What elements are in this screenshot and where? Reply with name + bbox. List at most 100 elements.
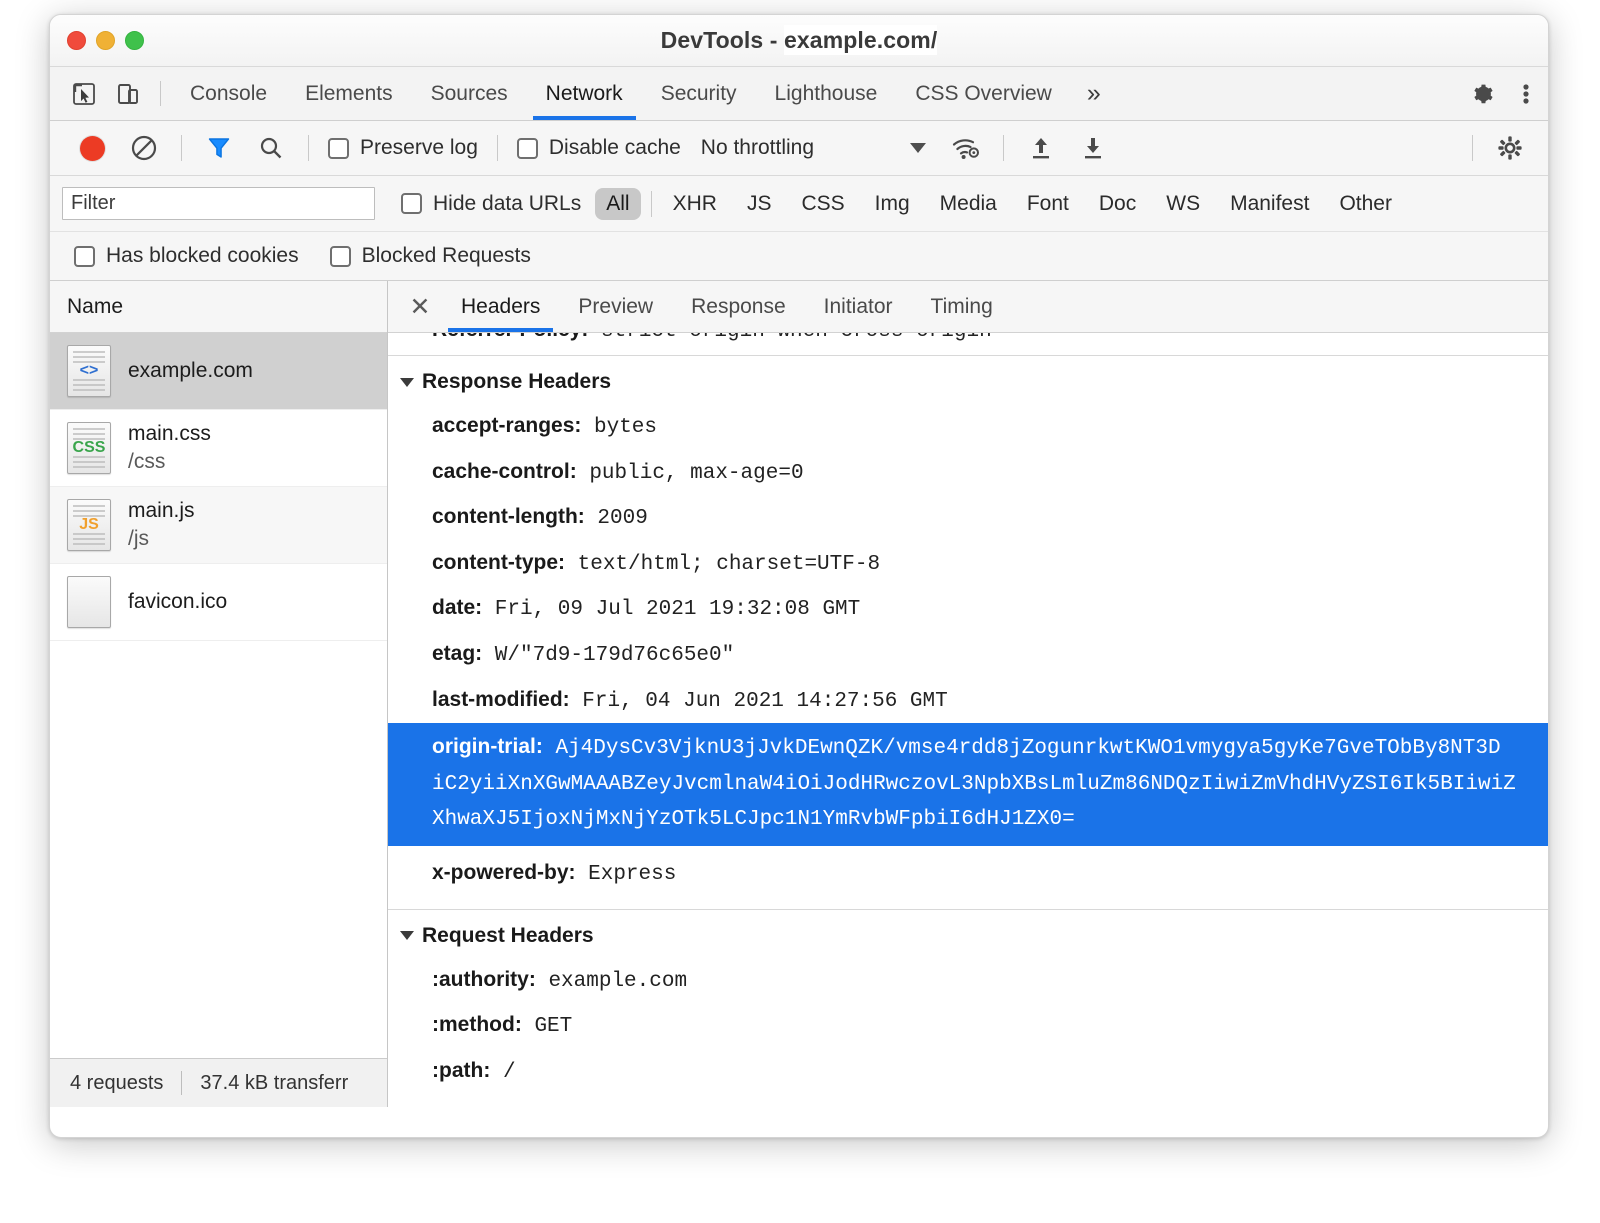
gear-icon[interactable] xyxy=(1460,80,1504,108)
tab-console[interactable]: Console xyxy=(171,67,286,120)
inspect-cursor-icon[interactable] xyxy=(62,67,106,120)
tab-elements-label: Elements xyxy=(305,82,393,106)
tab-timing-label: Timing xyxy=(931,295,993,319)
tab-network-label: Network xyxy=(546,82,623,106)
response-headers-section-title[interactable]: Response Headers xyxy=(388,356,1548,404)
header-value: Fri, 04 Jun 2021 14:27:56 GMT xyxy=(582,690,947,713)
tab-initiator[interactable]: Initiator xyxy=(805,281,912,332)
tab-preview[interactable]: Preview xyxy=(559,281,672,332)
request-headers-section-title[interactable]: Request Headers xyxy=(388,910,1548,958)
type-filter-media[interactable]: Media xyxy=(929,188,1008,220)
close-icon[interactable]: ✕ xyxy=(398,281,442,332)
type-filter-ws[interactable]: WS xyxy=(1155,188,1211,220)
request-list-header[interactable]: Name xyxy=(50,281,387,333)
type-filter-font[interactable]: Font xyxy=(1016,188,1080,220)
download-har-icon[interactable] xyxy=(1067,121,1119,175)
filter-row: Hide data URLs All XHR JS CSS Img Media … xyxy=(50,176,1548,232)
header-key: :method: xyxy=(432,1013,522,1036)
request-row-main-css[interactable]: CSS main.css /css xyxy=(50,410,387,487)
record-button[interactable] xyxy=(66,121,118,175)
tab-sources[interactable]: Sources xyxy=(412,67,527,120)
header-row-origin-trial-selected[interactable]: origin-trial: Aj4DysCv3VjknU3jJvkDEwnQZK… xyxy=(388,723,1548,846)
type-filter-img[interactable]: Img xyxy=(864,188,921,220)
tab-lighthouse[interactable]: Lighthouse xyxy=(756,67,897,120)
header-row-last-modified: last-modified: Fri, 04 Jun 2021 14:27:56… xyxy=(388,678,1548,724)
disable-cache-label: Disable cache xyxy=(549,136,681,160)
tab-security[interactable]: Security xyxy=(642,67,756,120)
throttling-select[interactable]: No throttling xyxy=(701,136,814,160)
tab-headers-label: Headers xyxy=(461,295,540,319)
gear-icon[interactable] xyxy=(1484,134,1536,162)
preserve-log-checkbox[interactable]: Preserve log xyxy=(320,136,486,160)
request-row-text: main.js /js xyxy=(128,497,195,554)
has-blocked-cookies-checkbox[interactable]: Has blocked cookies xyxy=(74,244,299,268)
request-row-example-com[interactable]: <> example.com xyxy=(50,333,387,410)
header-value: Fri, 09 Jul 2021 19:32:08 GMT xyxy=(495,598,860,621)
request-row-main-js[interactable]: JS main.js /js xyxy=(50,487,387,564)
upload-har-icon[interactable] xyxy=(1015,121,1067,175)
response-headers-title-label: Response Headers xyxy=(422,370,611,394)
more-tabs-button[interactable]: » xyxy=(1071,67,1117,120)
tab-elements[interactable]: Elements xyxy=(286,67,412,120)
toolbar-divider xyxy=(308,135,309,161)
header-value-line1: Aj4DysCv3VjknU3jJvkDEwnQZK/vmse4rdd8jZog… xyxy=(555,737,1500,760)
devtools-window: DevTools - example.com/ Console xyxy=(49,14,1549,1138)
devtools-tabbar: Console Elements Sources Network Securit… xyxy=(50,67,1548,121)
hide-data-urls-checkbox[interactable]: Hide data URLs xyxy=(401,192,581,216)
origin-trial-line-1: origin-trial: Aj4DysCv3VjknU3jJvkDEwnQZK… xyxy=(388,729,1548,767)
request-name: example.com xyxy=(128,357,253,385)
triangle-down-icon xyxy=(400,378,414,387)
header-value: / xyxy=(503,1061,516,1084)
clipped-header-row: Referrer Policy: strict-origin-when-cros… xyxy=(388,333,1548,343)
tab-response[interactable]: Response xyxy=(672,281,805,332)
tab-network[interactable]: Network xyxy=(527,67,642,120)
type-filter-other[interactable]: Other xyxy=(1328,188,1403,220)
header-key: :authority: xyxy=(432,968,536,991)
request-count: 4 requests xyxy=(70,1072,163,1095)
origin-trial-line-3: XhwaXJ5IjoxNjMxNjYzOTk5LCJpc1N1YmRvbWFpb… xyxy=(388,802,1548,838)
type-filter-js[interactable]: JS xyxy=(736,188,783,220)
clipped-header-key: Referrer Policy: xyxy=(432,333,588,341)
clear-icon[interactable] xyxy=(118,121,170,175)
disable-cache-checkbox[interactable]: Disable cache xyxy=(509,136,689,160)
network-conditions-icon[interactable] xyxy=(940,121,992,175)
tab-sources-label: Sources xyxy=(431,82,508,106)
tab-headers[interactable]: Headers xyxy=(442,281,559,332)
header-key: content-length: xyxy=(432,505,585,528)
css-file-icon: CSS xyxy=(67,422,111,474)
chevron-down-icon[interactable] xyxy=(910,143,926,153)
header-value: GET xyxy=(534,1015,572,1038)
network-panel-split: Name <> example.com xyxy=(50,281,1548,1107)
toolbar-divider xyxy=(181,135,182,161)
header-key: origin-trial: xyxy=(432,735,543,758)
blocked-requests-checkbox[interactable]: Blocked Requests xyxy=(330,244,531,268)
tab-timing[interactable]: Timing xyxy=(912,281,1012,332)
window-title: DevTools - example.com/ xyxy=(50,27,1548,54)
search-icon[interactable] xyxy=(245,121,297,175)
header-row-cache-control: cache-control: public, max-age=0 xyxy=(388,450,1548,496)
header-row-path: :path: / xyxy=(388,1049,1548,1095)
headers-content[interactable]: Referrer Policy: strict-origin-when-cros… xyxy=(388,333,1548,1107)
type-filter-all[interactable]: All xyxy=(595,188,640,220)
filter-input[interactable] xyxy=(62,187,375,220)
type-filter-manifest[interactable]: Manifest xyxy=(1219,188,1320,220)
type-filter-css[interactable]: CSS xyxy=(790,188,855,220)
window-title-url: example.com/ xyxy=(784,25,937,55)
js-file-icon: JS xyxy=(67,499,111,551)
tab-css-overview[interactable]: CSS Overview xyxy=(896,67,1071,120)
checkbox-box xyxy=(330,246,351,267)
type-filter-doc[interactable]: Doc xyxy=(1088,188,1147,220)
request-path: /css xyxy=(128,448,211,476)
device-toolbar-icon[interactable] xyxy=(106,67,150,120)
filter-funnel-icon[interactable] xyxy=(193,121,245,175)
header-row-scheme: :scheme: https xyxy=(388,1095,1548,1107)
header-value: example.com xyxy=(548,970,687,993)
header-value: Express xyxy=(588,863,676,886)
checkbox-box xyxy=(401,193,422,214)
type-filter-xhr[interactable]: XHR xyxy=(662,188,728,220)
kebab-menu-icon[interactable] xyxy=(1504,80,1548,108)
header-row-x-powered-by: x-powered-by: Express xyxy=(388,846,1548,897)
network-status-bar: 4 requests 37.4 kB transferr xyxy=(50,1058,387,1107)
request-row-favicon-ico[interactable]: favicon.ico xyxy=(50,564,387,641)
network-toolbar-right xyxy=(1461,134,1548,162)
